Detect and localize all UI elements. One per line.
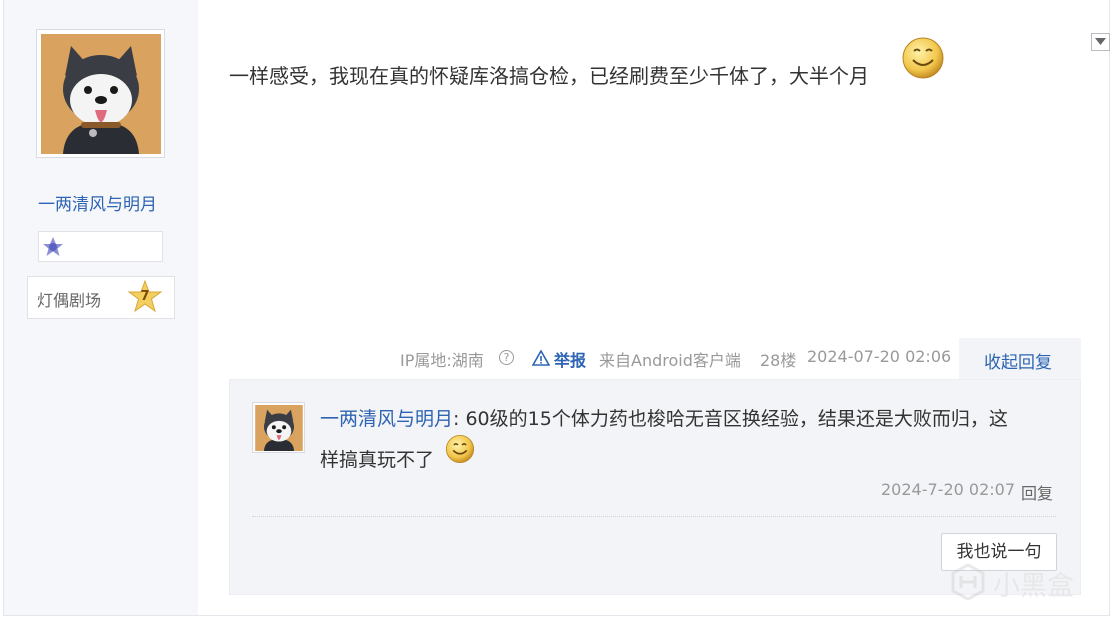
watermark-logo-icon [951, 563, 985, 601]
watermark: 小黑盒 [949, 561, 1089, 605]
watermark-text: 小黑盒 [993, 571, 1074, 602]
author-avatar[interactable] [36, 29, 165, 158]
reply-content-line1: 一两清风与明月: 60级的15个体力药也梭哈无音区换经验，结果还是大败而归，这 [320, 404, 1008, 431]
post-time: 2024-07-20 02:06 [807, 347, 952, 366]
reply-content-line2: 样搞真玩不了 [320, 449, 435, 471]
smile-emoji-icon [445, 434, 475, 464]
dog-avatar-image [255, 405, 303, 451]
forum-badge-name: 灯偶剧场 [37, 291, 102, 310]
question-circle-icon[interactable]: ? [499, 350, 514, 365]
forum-badge-level: 7 [140, 289, 150, 304]
report-label[interactable]: 举报 [554, 347, 586, 371]
chevron-down-icon [1095, 38, 1106, 45]
reply-author-avatar[interactable] [252, 402, 305, 453]
smile-emoji-icon [902, 37, 944, 79]
client-source: 来自Android客户端 [599, 351, 741, 370]
ip-location: IP属地:湖南 [400, 351, 484, 370]
reply-time: 2024-7-20 02:07 [881, 480, 1015, 499]
level-badge-icon [43, 237, 63, 256]
collapse-replies-label[interactable]: 收起回复 [984, 348, 1052, 373]
reply-text-1: 60级的15个体力药也梭哈无音区换经验，结果还是大败而归，这 [459, 408, 1008, 430]
collapse-replies-tab[interactable]: 收起回复 [959, 338, 1081, 380]
user-level-badge [38, 231, 163, 262]
reply-divider [252, 516, 1056, 517]
star-badge-icon: 7 [127, 279, 163, 316]
floor-number: 28楼 [760, 351, 797, 370]
author-name[interactable]: 一两清风与明月 [38, 190, 157, 215]
forum-badge[interactable]: 灯偶剧场 7 [27, 276, 175, 319]
warning-triangle-icon [532, 350, 550, 366]
post-content: 一样感受，我现在真的怀疑库洛搞仓检，已经刷费至少千体了，大半个月 [229, 64, 869, 88]
reply-to-reply-link[interactable]: 回复 [1021, 480, 1053, 504]
post-menu-dropdown[interactable] [1091, 33, 1110, 51]
reply-author-name[interactable]: 一两清风与明月 [320, 408, 453, 430]
dog-avatar-image [41, 34, 161, 154]
